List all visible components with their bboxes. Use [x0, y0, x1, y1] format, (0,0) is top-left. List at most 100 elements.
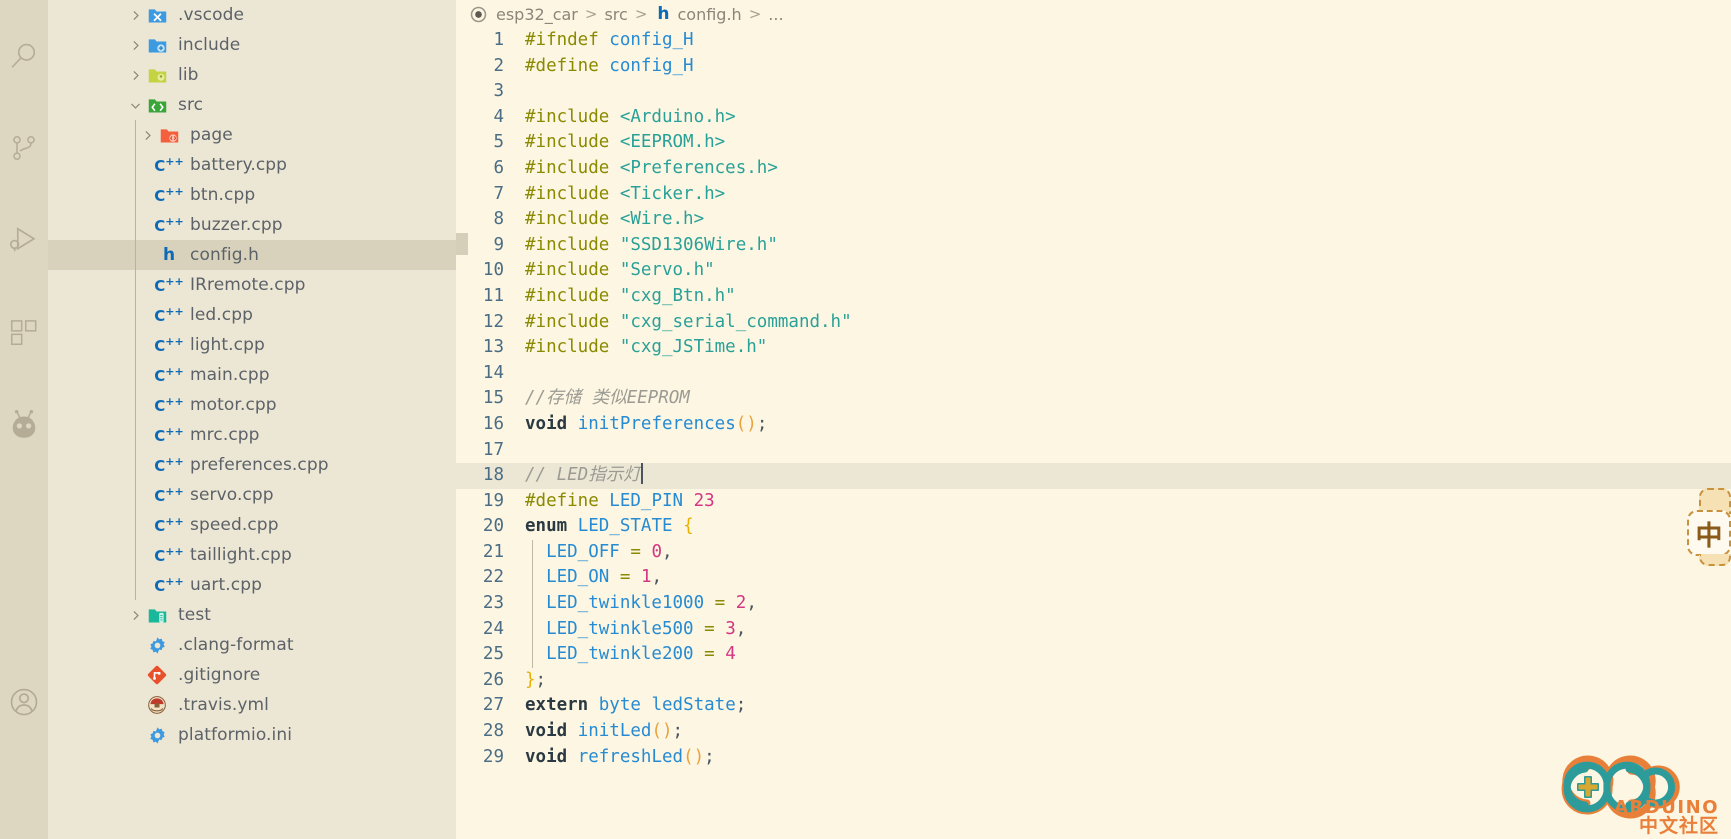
chevron-right-icon[interactable]: [138, 120, 156, 150]
breadcrumb-item-project[interactable]: esp32_car: [496, 5, 578, 24]
ime-chinese-mode-indicator[interactable]: 中: [1687, 488, 1731, 566]
tree-item-label: config.h: [190, 245, 259, 265]
tree-file-row[interactable]: h config.h: [48, 240, 456, 270]
chevron-down-icon[interactable]: [126, 90, 144, 120]
code-line[interactable]: 10 #include "Servo.h": [456, 258, 1731, 284]
tree-item-label: speed.cpp: [190, 515, 279, 535]
tree-file-row[interactable]: C++ btn.cpp: [48, 180, 456, 210]
tree-file-row[interactable]: C++ mrc.cpp: [48, 420, 456, 450]
tree-folder-row[interactable]: test: [48, 600, 456, 630]
chevron-right-icon[interactable]: [126, 0, 144, 30]
tree-item-label: buzzer.cpp: [190, 215, 283, 235]
line-number: 20: [482, 516, 504, 537]
code-line[interactable]: 11 #include "cxg_Btn.h": [456, 284, 1731, 310]
code-line-text: #include "cxg_serial_command.h": [518, 310, 852, 336]
code-line[interactable]: 26};: [456, 668, 1731, 694]
code-token: #include: [525, 234, 620, 255]
tree-item-label: main.cpp: [190, 365, 270, 385]
travis-file-icon: [144, 690, 170, 720]
code-token: void: [525, 413, 568, 434]
code-line[interactable]: 17: [456, 438, 1731, 464]
code-line[interactable]: 2 #define config_H: [456, 54, 1731, 80]
account-icon[interactable]: [0, 678, 48, 726]
chevron-right-icon[interactable]: [126, 60, 144, 90]
code-token: LED_PIN: [609, 490, 684, 511]
chevron-right-icon[interactable]: [126, 600, 144, 630]
code-line[interactable]: 22 LED_ON = 1,: [456, 565, 1731, 591]
code-line[interactable]: 15 //存储 类似EEPROM: [456, 386, 1731, 412]
code-line[interactable]: 5 #include <EEPROM.h>: [456, 130, 1731, 156]
tree-file-row[interactable]: .travis.yml: [48, 690, 456, 720]
code-line-active[interactable]: 18 // LED指示灯: [456, 463, 1731, 489]
cpp-file-icon: C++: [154, 455, 184, 475]
code-line[interactable]: 13 #include "cxg_JSTime.h": [456, 335, 1731, 361]
code-line[interactable]: 9 #include "SSD1306Wire.h": [456, 233, 1731, 259]
code-line[interactable]: 1 #ifndef config_H: [456, 28, 1731, 54]
extensions-icon[interactable]: [0, 308, 48, 356]
code-line[interactable]: 4 #include <Arduino.h>: [456, 105, 1731, 131]
tree-file-row[interactable]: .gitignore: [48, 660, 456, 690]
tree-folder-row[interactable]: lib: [48, 60, 456, 90]
code-line[interactable]: 25 LED_twinkle200 = 4: [456, 642, 1731, 668]
code-line[interactable]: 28 void initLed();: [456, 719, 1731, 745]
code-line[interactable]: 20 enum LED_STATE {: [456, 514, 1731, 540]
code-line[interactable]: 19 #define LED_PIN 23: [456, 489, 1731, 515]
tree-item-label: .vscode: [178, 5, 245, 25]
source-control-icon[interactable]: [0, 124, 48, 172]
search-icon[interactable]: [0, 32, 48, 80]
tree-file-row[interactable]: C++ servo.cpp: [48, 480, 456, 510]
tree-file-row[interactable]: C++ main.cpp: [48, 360, 456, 390]
code-line[interactable]: 24 LED_twinkle500 = 3,: [456, 617, 1731, 643]
code-line[interactable]: 7 #include <Ticker.h>: [456, 182, 1731, 208]
tree-item-label: btn.cpp: [190, 185, 256, 205]
breadcrumb-item-folder[interactable]: src: [604, 5, 627, 24]
line-number: 2: [493, 55, 504, 76]
tree-folder-row[interactable]: page: [48, 120, 456, 150]
code-line[interactable]: 23 LED_twinkle1000 = 2,: [456, 591, 1731, 617]
tree-file-row[interactable]: C++ buzzer.cpp: [48, 210, 456, 240]
code-line[interactable]: 14: [456, 361, 1731, 387]
code-line-text: #define LED_PIN 23: [518, 489, 715, 515]
tree-file-row[interactable]: C++ IRremote.cpp: [48, 270, 456, 300]
run-and-debug-icon[interactable]: [0, 216, 48, 264]
code-line[interactable]: 21 LED_OFF = 0,: [456, 540, 1731, 566]
tree-file-row[interactable]: C++ uart.cpp: [48, 570, 456, 600]
code-content[interactable]: 1 #ifndef config_H 2 #define config_H 3 4 #inc…: [456, 28, 1731, 839]
code-line[interactable]: 3: [456, 79, 1731, 105]
chevron-right-icon[interactable]: [126, 30, 144, 60]
tree-folder-row[interactable]: src: [48, 90, 456, 120]
code-line[interactable]: 16 void initPreferences();: [456, 412, 1731, 438]
code-token: //存储 类似EEPROM: [525, 388, 690, 409]
src-folder-icon: [144, 90, 170, 120]
code-line[interactable]: 6 #include <Preferences.h>: [456, 156, 1731, 182]
tree-file-row[interactable]: C++ light.cpp: [48, 330, 456, 360]
tree-file-row[interactable]: C++ battery.cpp: [48, 150, 456, 180]
code-line[interactable]: 8 #include <Wire.h>: [456, 207, 1731, 233]
tree-folder-row[interactable]: .vscode: [48, 0, 456, 30]
tree-file-row[interactable]: .clang-format: [48, 630, 456, 660]
tree-file-row[interactable]: C++ motor.cpp: [48, 390, 456, 420]
code-line[interactable]: 29 void refreshLed();: [456, 745, 1731, 771]
code-line-text: LED_twinkle200 = 4: [518, 642, 736, 668]
tree-file-row[interactable]: C++ preferences.cpp: [48, 450, 456, 480]
breadcrumb-item-symbols[interactable]: ...: [768, 5, 783, 24]
tree-file-row[interactable]: platformio.ini: [48, 720, 456, 750]
tree-item-label: .gitignore: [178, 665, 261, 685]
code-line[interactable]: 12 #include "cxg_serial_command.h": [456, 310, 1731, 336]
tree-file-row[interactable]: C++ taillight.cpp: [48, 540, 456, 570]
gear-file-icon: [144, 630, 170, 660]
breadcrumb-item-file[interactable]: config.h: [678, 5, 742, 24]
code-line[interactable]: 27 extern byte ledState;: [456, 693, 1731, 719]
tree-file-row[interactable]: C++ led.cpp: [48, 300, 456, 330]
code-line-text: #include "Servo.h": [518, 258, 715, 284]
line-number: 14: [482, 362, 504, 383]
tree-folder-row[interactable]: include: [48, 30, 456, 60]
code-token: ledState: [651, 695, 736, 716]
cpp-file-icon: C++: [154, 545, 184, 565]
code-token: }: [525, 669, 536, 690]
tree-file-row[interactable]: C++ speed.cpp: [48, 510, 456, 540]
platformio-ant-icon[interactable]: [0, 400, 48, 448]
code-token: ;: [756, 413, 768, 434]
